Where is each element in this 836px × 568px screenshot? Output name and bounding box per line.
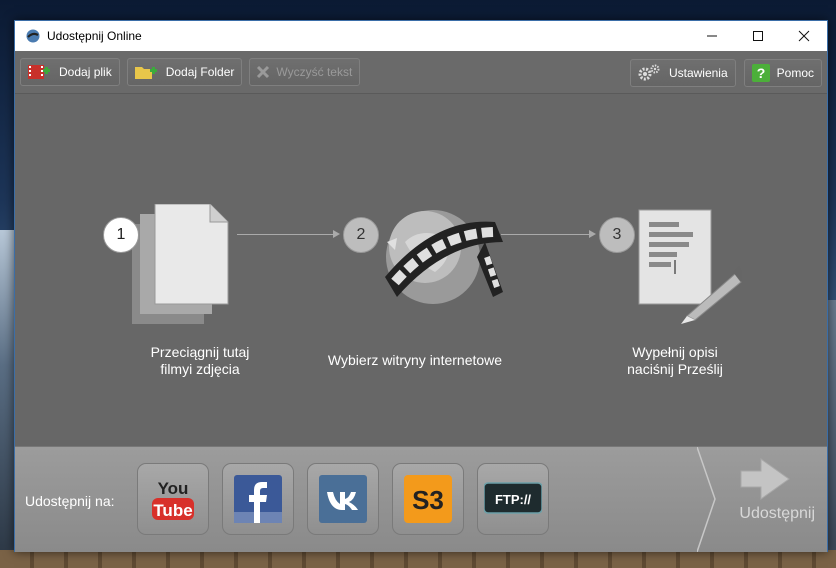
ftp-text: FTP://: [495, 492, 531, 507]
clear-text-button[interactable]: Wyczyść tekst: [249, 58, 361, 86]
svg-text:Tube: Tube: [153, 501, 192, 520]
vk-icon: [319, 475, 367, 523]
step-3-caption-line2: naciśnij Prześlij: [627, 361, 723, 377]
document-pencil-icon: [638, 209, 742, 324]
step-1-caption: Przeciągnij tutaj filmyi zdjęcia: [100, 344, 300, 378]
gears-icon: [638, 64, 660, 81]
step-arrow-2: [501, 234, 591, 235]
window-title: Udostępnij Online: [47, 29, 142, 43]
title-bar: Udostępnij Online: [15, 21, 827, 51]
step-3-badge: 3: [599, 217, 635, 253]
close-button[interactable]: [781, 21, 827, 51]
step-2-caption: Wybierz witryny internetowe: [315, 352, 515, 369]
step-arrow-1-head: [333, 230, 340, 238]
step-1-badge: 1: [103, 217, 139, 253]
ftp-button[interactable]: FTP://: [477, 463, 549, 535]
step-arrow-1: [237, 234, 335, 235]
maximize-icon: [753, 31, 763, 41]
add-file-button[interactable]: Dodaj plik: [20, 58, 120, 86]
help-label: Pomoc: [776, 66, 814, 80]
drop-area[interactable]: 1 Przeciągnij tutaj filmyi zdjęcia 2 Wyb…: [15, 94, 827, 440]
s3-text: S3: [412, 485, 444, 515]
ftp-icon: FTP://: [484, 482, 542, 514]
facebook-button[interactable]: [222, 463, 294, 535]
youtube-button[interactable]: You Tube: [137, 463, 209, 535]
settings-button[interactable]: Ustawienia: [629, 59, 736, 87]
clear-text-label: Wyczyść tekst: [276, 65, 353, 79]
maximize-button[interactable]: [735, 21, 781, 51]
share-label: Udostępnij na:: [25, 493, 115, 509]
s3-button[interactable]: S3: [392, 463, 464, 535]
step-arrow-2-head: [589, 230, 596, 238]
step-2-caption-line1: Wybierz witryny internetowe: [327, 352, 503, 368]
toolbar: Dodaj plik Dodaj Folder Wyczyść tekst Us…: [15, 51, 827, 94]
window-controls: [689, 21, 827, 51]
svg-text:You: You: [158, 479, 189, 498]
help-button[interactable]: ? Pomoc: [743, 59, 822, 87]
app-window: Udostępnij Online Dodaj plik Dodaj Folde…: [14, 20, 828, 552]
documents-stack-icon: [132, 204, 229, 324]
step-1-caption-line1: Przeciągnij tutaj: [150, 344, 250, 360]
add-video-file-icon: [28, 65, 50, 79]
toolbar-right: Ustawienia ? Pomoc: [622, 59, 822, 87]
step-1-caption-line2: filmyi zdjęcia: [160, 361, 240, 377]
minimize-icon: [707, 35, 717, 37]
globe-film-icon: [385, 210, 503, 304]
clear-x-icon: [257, 65, 270, 79]
add-file-label: Dodaj plik: [59, 65, 112, 79]
upload-button[interactable]: Udostępnij: [697, 447, 827, 552]
youtube-icon: You Tube: [152, 479, 194, 520]
step-3-caption: Wypełnij opisi naciśnij Prześlij: [575, 344, 775, 378]
add-folder-label: Dodaj Folder: [165, 65, 235, 79]
desktop-pier: [0, 550, 836, 568]
facebook-icon: [234, 475, 282, 523]
s3-icon: S3: [404, 475, 452, 523]
help-question-icon: ?: [751, 64, 770, 82]
settings-label: Ustawienia: [668, 66, 728, 80]
vk-button[interactable]: [307, 463, 379, 535]
svg-text:?: ?: [756, 65, 765, 81]
step-2-badge: 2: [343, 217, 379, 253]
close-icon: [798, 30, 810, 42]
upload-chevron-shape: [697, 447, 790, 552]
add-folder-icon: [134, 67, 157, 79]
share-bar: Udostępnij na: You Tube S3 FTP:// Udostę…: [15, 446, 827, 552]
upload-label: Udostępnij: [739, 505, 815, 522]
add-folder-button[interactable]: Dodaj Folder: [126, 58, 243, 86]
app-globe-icon: [26, 29, 40, 43]
minimize-button[interactable]: [689, 21, 735, 51]
step-3-caption-line1: Wypełnij opisi: [632, 344, 718, 360]
